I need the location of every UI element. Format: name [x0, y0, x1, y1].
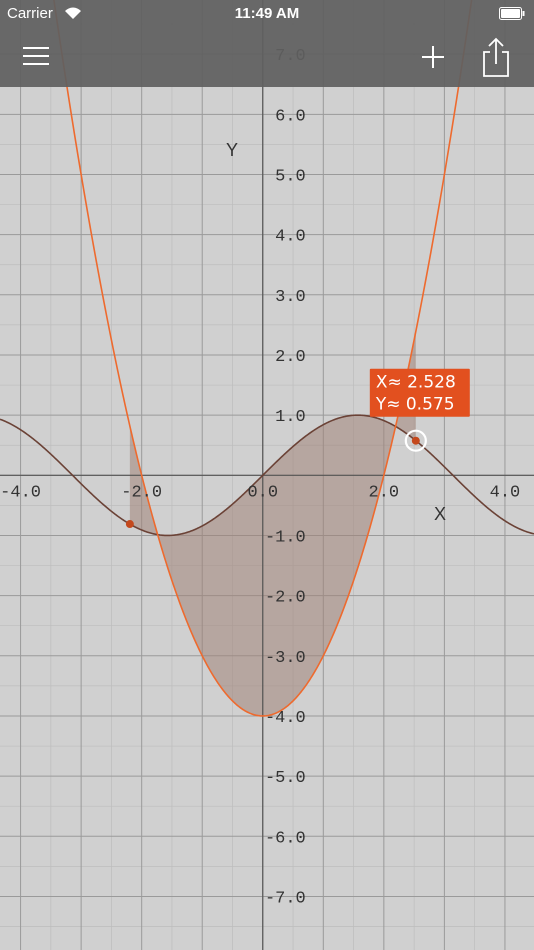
intersection-point	[125, 520, 134, 529]
status-time: 11:49 AM	[234, 5, 300, 22]
status-bar: Carrier 11:49 AM	[0, 0, 534, 28]
y-tick-label: -5.0	[265, 769, 306, 788]
y-tick-label: 6.0	[275, 107, 306, 126]
graph-canvas[interactable]: -4.0-2.00.02.04.07.06.05.04.03.02.01.0-1…	[0, 0, 534, 950]
y-tick-label: -1.0	[265, 528, 306, 547]
readout-x: X≈ 2.528	[376, 373, 456, 393]
x-axis-label: X	[434, 504, 447, 524]
hamburger-menu-icon	[23, 47, 49, 65]
share-icon	[483, 37, 509, 77]
y-tick-label: -2.0	[265, 589, 306, 608]
y-tick-label: -7.0	[265, 889, 306, 908]
y-tick-label: -4.0	[265, 709, 306, 728]
y-tick-label: 5.0	[275, 167, 306, 186]
y-tick-label: 3.0	[275, 288, 306, 307]
x-tick-label: 2.0	[369, 483, 400, 502]
x-tick-label: -2.0	[121, 483, 162, 502]
x-tick-label: -4.0	[0, 483, 41, 502]
menu-button[interactable]	[18, 40, 54, 72]
selected-point	[411, 436, 420, 445]
y-axis-label: Y	[226, 140, 239, 160]
x-tick-label: 4.0	[490, 483, 521, 502]
y-tick-label: 1.0	[275, 408, 306, 427]
coordinate-readout: X≈ 2.528 Y≈ 0.575	[369, 368, 470, 417]
y-tick-label: 2.0	[275, 348, 306, 367]
axes	[0, 0, 534, 950]
plus-icon	[422, 46, 444, 68]
x-tick-label: 0.0	[247, 483, 278, 502]
add-function-button[interactable]	[416, 40, 450, 74]
battery-icon	[499, 7, 525, 20]
readout-y: Y≈ 0.575	[375, 395, 455, 415]
y-tick-label: -6.0	[265, 829, 306, 848]
y-tick-label: -3.0	[265, 649, 306, 668]
y-tick-label: 4.0	[275, 228, 306, 247]
share-button[interactable]	[478, 36, 514, 78]
